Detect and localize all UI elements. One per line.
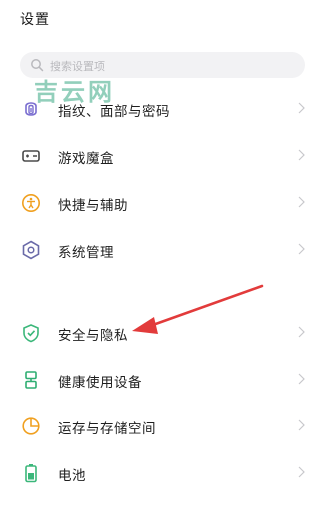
hourglass-icon: [25, 371, 37, 389]
menu-item-battery[interactable]: 电池: [0, 455, 323, 489]
menu-item-healthy-device-usage[interactable]: 健康使用设备: [0, 362, 323, 396]
search-input[interactable]: [48, 52, 292, 80]
page-title: 设置: [20, 12, 50, 28]
menu-item-label: 游戏魔盒: [58, 151, 114, 167]
menu-item-label: 运存与存储空间: [58, 421, 156, 437]
chevron-right-icon: [298, 326, 305, 338]
chevron-right-icon: [298, 466, 305, 478]
accessibility-icon: [22, 194, 40, 212]
menu-item-label: 安全与隐私: [58, 328, 128, 344]
chevron-right-icon: [298, 102, 305, 114]
menu-item-label: 指纹、面部与密码: [58, 104, 170, 120]
shield-check-icon: [23, 324, 39, 343]
menu-item-label: 健康使用设备: [58, 375, 142, 391]
menu-item-label: 快捷与辅助: [58, 198, 128, 214]
gamepad-icon: [22, 150, 40, 162]
menu-item-security-privacy[interactable]: 安全与隐私: [0, 315, 323, 349]
chevron-right-icon: [298, 196, 305, 208]
pie-chart-icon: [22, 417, 40, 435]
battery-icon: [25, 464, 37, 483]
menu-item-fingerprint[interactable]: 指纹、面部与密码: [0, 91, 323, 125]
fingerprint-icon: [25, 102, 37, 116]
chevron-right-icon: [298, 419, 305, 431]
chevron-right-icon: [298, 243, 305, 255]
menu-item-label: 系统管理: [58, 245, 114, 261]
chevron-right-icon: [298, 149, 305, 161]
menu-item-shortcuts-accessibility[interactable]: 快捷与辅助: [0, 185, 323, 219]
gear-hexagon-icon: [22, 240, 40, 260]
menu-item-label: 电池: [58, 468, 86, 484]
menu-item-game-box[interactable]: 游戏魔盒: [0, 138, 323, 172]
chevron-right-icon: [298, 373, 305, 385]
menu-item-memory-storage[interactable]: 运存与存储空间: [0, 408, 323, 442]
search-icon: [31, 59, 44, 72]
menu-item-system-management[interactable]: 系统管理: [0, 232, 323, 266]
search-bar[interactable]: [20, 52, 305, 80]
